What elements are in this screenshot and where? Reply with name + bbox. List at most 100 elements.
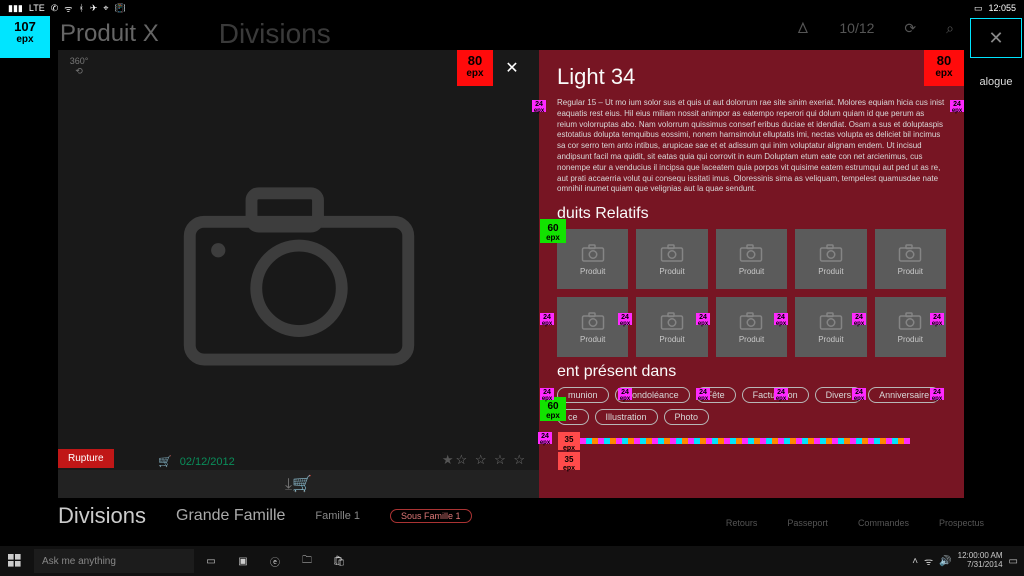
camera-icon: [897, 311, 923, 331]
spec-marker-24: 24epx: [696, 388, 710, 400]
tile-label: Produit: [818, 335, 843, 344]
chips-row-2: ceIllustrationPhoto: [557, 409, 946, 425]
spec-marker-24: 24epx: [538, 432, 552, 444]
vibrate-icon: 📳: [115, 3, 126, 14]
crumb-famille-1[interactable]: Famille 1: [315, 510, 360, 522]
rating-stars[interactable]: ★☆ ☆ ☆ ☆: [442, 452, 527, 468]
taskbar-app-ie[interactable]: ⓔ: [260, 546, 290, 576]
add-to-cart-bar[interactable]: ⤓🛒: [58, 470, 539, 498]
taskbar-search[interactable]: Ask me anything: [34, 549, 194, 573]
tile-label: Produit: [659, 335, 684, 344]
spec-marker-24: 24epx: [540, 313, 554, 325]
related-product-tile[interactable]: Produit: [795, 297, 866, 357]
window-close-button[interactable]: ✕: [970, 18, 1022, 58]
related-product-tile[interactable]: Produit: [716, 229, 787, 289]
category-chip[interactable]: Photo: [664, 409, 710, 425]
taskbar-app-1[interactable]: ▣: [228, 546, 258, 576]
wishlist-date: 10/12: [839, 20, 874, 37]
crumb-grande-famille[interactable]: Grande Famille: [176, 507, 285, 525]
start-button[interactable]: [0, 546, 30, 576]
bg-divisions-title: Divisions: [219, 18, 331, 50]
sync-icon[interactable]: ⟳: [904, 20, 916, 37]
product-preview-area: 360° ⟲ Rupture 🛒 02/12/2012 ★☆ ☆ ☆ ☆ ⤓🛒: [58, 50, 539, 498]
bg-product-title: Produit X: [60, 20, 159, 48]
location-icon: ⌖: [103, 3, 108, 14]
windows-taskbar: Ask me anything ▭ ▣ ⓔ 🗀 🛍 ˄ ᯤ 🔊 12:00:00…: [0, 546, 1024, 576]
footer-link[interactable]: Retours: [726, 518, 758, 528]
taskbar-app-store[interactable]: 🛍: [324, 546, 354, 576]
spec-marker-24: 24epx: [930, 313, 944, 325]
detail-panel: ⋮ Light 34 Regular 15 – Ut mo ium solor …: [539, 50, 964, 498]
tray-wifi-icon[interactable]: ᯤ: [924, 554, 933, 568]
camera-placeholder-icon: [179, 179, 419, 369]
related-product-tile[interactable]: Produit: [636, 297, 707, 357]
battery-icon: ▭: [974, 3, 983, 14]
spec-marker-24: 24epx: [852, 388, 866, 400]
panel-title: Light 34: [557, 64, 946, 90]
vowifi-icon: ✆: [51, 3, 59, 14]
tile-label: Produit: [898, 335, 923, 344]
camera-icon: [897, 243, 923, 263]
camera-icon: [818, 311, 844, 331]
related-product-tile[interactable]: Produit: [716, 297, 787, 357]
category-chip[interactable]: Illustration: [595, 409, 658, 425]
spec-callout-35a: 35epx: [558, 432, 580, 450]
availability-date: 02/12/2012: [180, 456, 235, 468]
spec-callout-107: 107epx: [0, 16, 50, 58]
camera-icon: [659, 243, 685, 263]
related-product-tile[interactable]: Produit: [557, 229, 628, 289]
availability-row: 🛒 02/12/2012: [158, 455, 235, 468]
camera-icon: [580, 311, 606, 331]
preview-close-button[interactable]: ✕: [494, 50, 530, 86]
tray-clock[interactable]: 12:00:00 AM 7/31/2014: [958, 552, 1003, 570]
phone-status-bar: ▮▮▮ LTE ✆ ᯤ ᚼ ✈ ⌖ 📳 ▭ 12:055: [0, 0, 1024, 16]
rotate-360-icon[interactable]: 360° ⟲: [64, 56, 94, 86]
search-icon[interactable]: ⌕: [946, 20, 954, 37]
related-product-tile[interactable]: Produit: [795, 229, 866, 289]
relatifs-heading: duits Relatifs: [557, 205, 946, 223]
tile-label: Produit: [580, 335, 605, 344]
spec-marker-24: 24epx: [618, 388, 632, 400]
camera-icon: [659, 311, 685, 331]
footer-link[interactable]: Prospectus: [939, 518, 984, 528]
bg-top-icons: 𐊅 10/12 ⟳ ⌕: [798, 20, 954, 37]
spec-callout-60a: 60epx: [540, 219, 566, 243]
related-product-tile[interactable]: Produit: [636, 229, 707, 289]
spec-marker-24: 24epx: [774, 388, 788, 400]
present-heading: ent présent dans: [557, 363, 946, 381]
related-product-tile[interactable]: Produit: [557, 297, 628, 357]
tile-label: Produit: [818, 267, 843, 276]
tray-up-icon[interactable]: ˄: [912, 556, 918, 567]
airplane-icon: ✈: [90, 3, 98, 14]
catalogue-tab-peek[interactable]: alogue: [968, 70, 1024, 94]
tile-label: Produit: [739, 267, 764, 276]
spec-callout-80a: 80epx: [457, 50, 493, 86]
signal-icon: ▮▮▮: [8, 3, 23, 14]
user-icon[interactable]: 𐊅: [798, 20, 809, 37]
taskbar-app-explorer[interactable]: 🗀: [292, 546, 322, 576]
footer-link[interactable]: Passeport: [787, 518, 828, 528]
lte-label: LTE: [29, 3, 45, 13]
close-icon: ✕: [505, 58, 518, 78]
spec-callout-80b: 80epx: [924, 50, 964, 86]
footer-links: Retours Passeport Commandes Prospectus: [726, 518, 984, 528]
tray-volume-icon[interactable]: 🔊: [939, 556, 951, 567]
spec-marker-24: 24epx: [930, 388, 944, 400]
panel-description: Regular 15 – Ut mo ium solor sus et quis…: [557, 98, 946, 195]
camera-icon: [580, 243, 606, 263]
clock-label: 12:055: [988, 3, 1016, 13]
crumb-sous-famille[interactable]: Sous Famille 1: [390, 509, 472, 523]
spec-marker-24: 24epx: [950, 100, 964, 112]
related-product-tile[interactable]: Produit: [875, 229, 946, 289]
spec-marker-24: 24epx: [618, 313, 632, 325]
spec-marker-24: 24epx: [774, 313, 788, 325]
task-view-button[interactable]: ▭: [196, 546, 226, 576]
footer-link[interactable]: Commandes: [858, 518, 909, 528]
spec-marker-24: 24epx: [532, 100, 546, 112]
crumb-divisions[interactable]: Divisions: [58, 503, 146, 529]
tile-label: Produit: [739, 335, 764, 344]
wifi-icon: ᯤ: [64, 2, 72, 15]
related-product-tile[interactable]: Produit: [875, 297, 946, 357]
tray-notifications-icon[interactable]: ▭: [1009, 556, 1018, 567]
windows-icon: [8, 554, 22, 568]
